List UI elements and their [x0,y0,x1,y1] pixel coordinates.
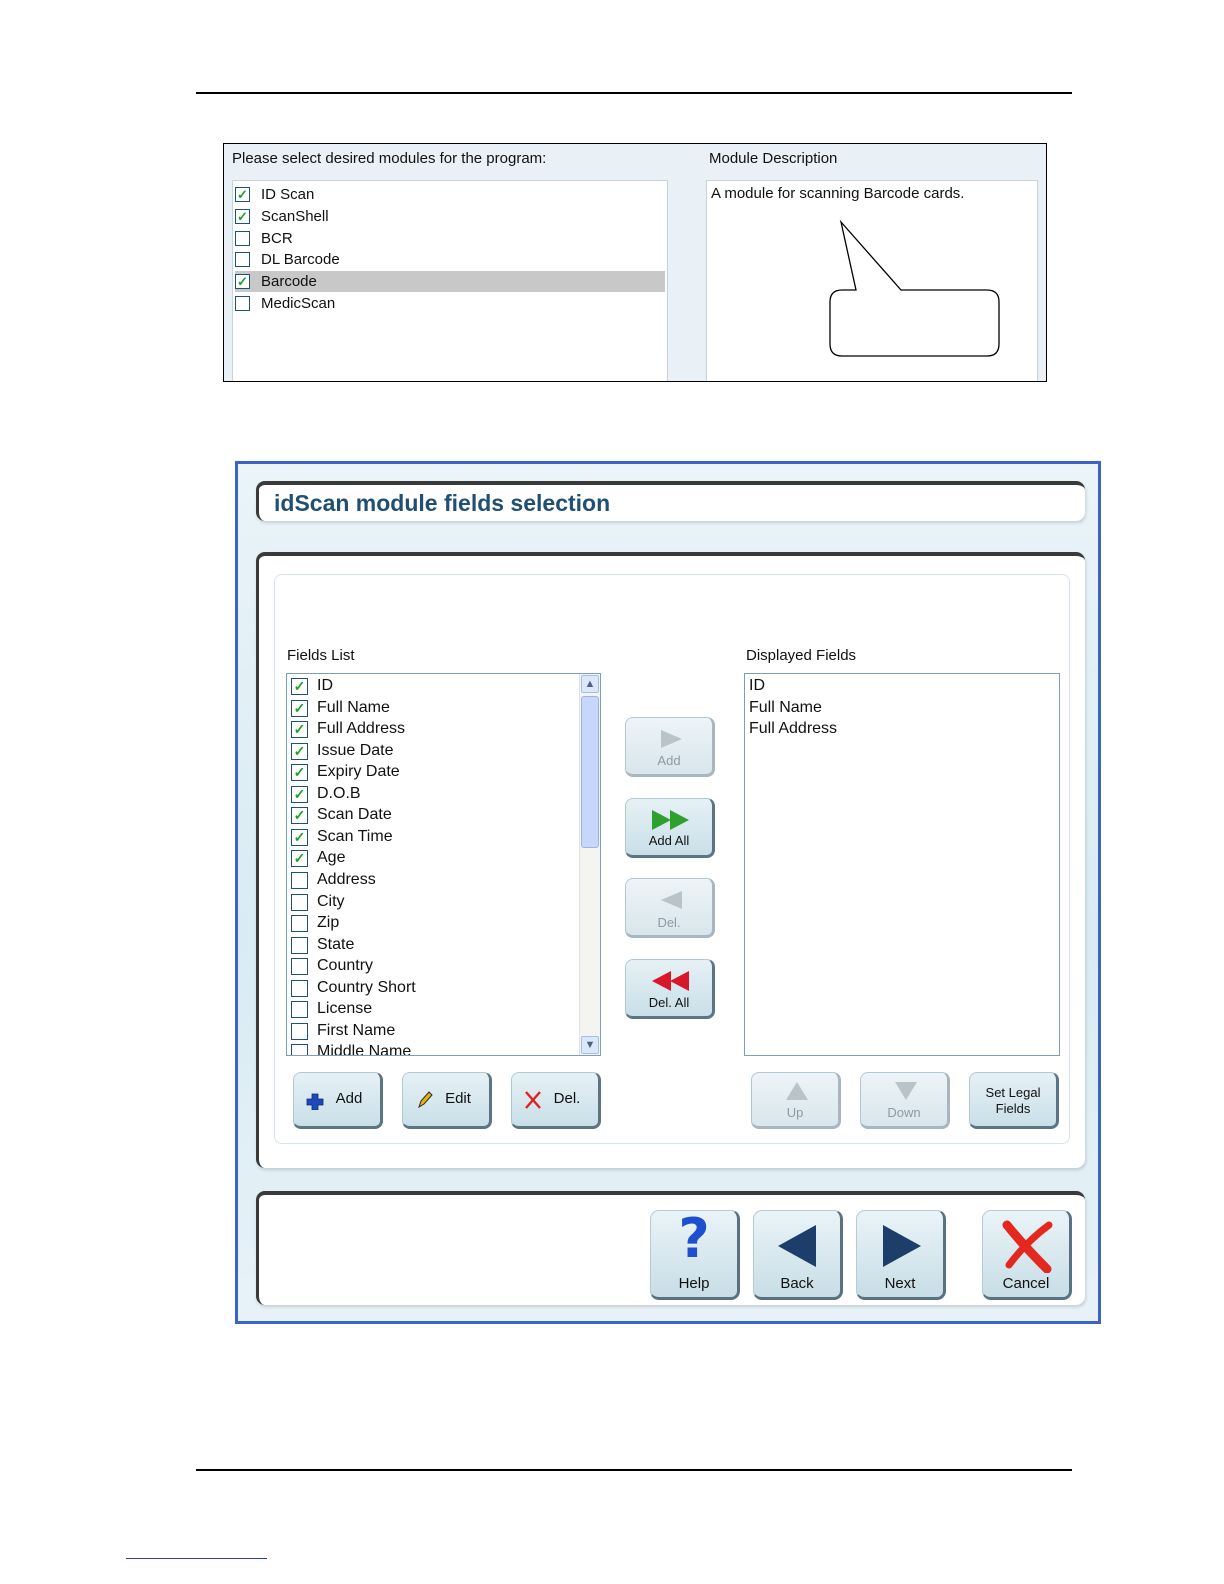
checkbox[interactable] [291,893,308,911]
displayed-field-row[interactable]: Full Address [749,718,837,739]
field-row-label: Zip [317,914,340,932]
field-row-label: License [317,1000,373,1018]
arrow-left-icon [661,891,682,909]
back-label: Back [780,1275,814,1292]
displayed-fields-label: Displayed Fields [746,647,857,664]
checkbox[interactable] [291,1044,308,1055]
scroll-up-icon[interactable]: ▲ [581,675,599,693]
add-field-label: Add [657,753,681,768]
checkbox[interactable] [291,958,308,976]
field-row-label: D.O.B [317,784,361,802]
add-new-field-label: Add [335,1090,363,1107]
footer-link-underline [126,1558,267,1559]
header-rule [196,92,1072,94]
field-row-label: City [317,892,345,910]
field-row-label: Address [317,870,376,888]
content-area: Fields List Displayed Fields ✓ ID ✓ Full Na… [274,574,1070,1144]
checked-checkbox-icon[interactable]: ✓ [291,764,308,782]
edit-field-button[interactable]: Edit [402,1072,492,1129]
set-legal-label-line2: Fields [995,1101,1031,1116]
field-row-label: Middle Name [317,1043,412,1056]
del-all-button[interactable]: Del. All [625,959,715,1019]
checked-checkbox-icon[interactable]: ✓ [291,807,308,825]
double-arrow-left-icon [652,971,689,991]
checked-checkbox-icon[interactable]: ✓ [291,699,308,717]
set-legal-fields-button[interactable]: Set Legal Fields [969,1072,1059,1129]
cancel-button[interactable]: Cancel [982,1210,1072,1300]
help-label: Help [678,1275,710,1292]
checked-checkbox-icon[interactable]: ✓ [291,828,308,846]
back-button[interactable]: Back [753,1210,843,1300]
displayed-field-row[interactable]: Full Name [749,697,822,718]
add-all-label: Add All [648,833,690,848]
checked-checkbox-icon[interactable]: ✓ [291,850,308,868]
next-button[interactable]: Next [856,1210,946,1300]
field-row-label: Scan Time [317,827,393,845]
help-question-icon: ? [678,1207,710,1270]
scroll-down-icon[interactable]: ▼ [581,1036,599,1054]
cancel-x-icon [1002,1220,1053,1273]
fields-list[interactable]: ✓ ID ✓ Full Name ✓ Full Address ✓ Issue Date ✓ Ex… [286,673,601,1056]
field-row-label: Country Short [317,978,416,996]
del-field-label: Del. [657,915,681,930]
move-down-label: Down [887,1105,921,1120]
add-field-button[interactable]: Add [625,717,715,777]
checkbox[interactable] [291,979,308,997]
fields-scrollbar[interactable]: ▲ ▼ [579,674,600,1055]
arrow-right-icon [661,730,682,748]
arrow-down-icon [895,1082,917,1100]
move-up-button[interactable]: Up [751,1072,841,1129]
module-selection-screenshot: Please select desired modules for the pr… [223,143,1047,382]
add-new-field-button[interactable]: Add [293,1072,383,1129]
del-field-button[interactable]: Del. [625,878,715,938]
checked-checkbox-icon[interactable]: ✓ [291,742,308,760]
cancel-label: Cancel [1002,1275,1050,1292]
field-row-label: Full Name [317,698,390,716]
checked-checkbox-icon[interactable]: ✓ [291,678,308,695]
wizard-title: idScan module fields selection [274,490,611,516]
field-row-label: Expiry Date [317,763,400,781]
delete-field-label: Del. [553,1090,581,1107]
displayed-field-row[interactable]: ID [749,675,765,696]
field-row-label: Issue Date [317,741,394,759]
field-row-label: State [317,935,355,953]
checked-checkbox-icon[interactable]: ✓ [291,721,308,739]
delete-field-button[interactable]: Del. [511,1072,601,1129]
next-arrow-icon [883,1225,921,1267]
checkbox[interactable] [291,936,308,954]
field-row-label: Age [317,849,346,867]
checkbox[interactable] [291,1001,308,1019]
checkbox[interactable] [291,1022,308,1040]
field-row-label: Country [317,957,374,975]
scroll-thumb[interactable] [581,696,599,848]
field-row-label: Scan Date [317,806,392,824]
footer-rule [196,1469,1072,1471]
field-row-label: First Name [317,1021,396,1039]
set-legal-label-line1: Set Legal [985,1085,1041,1100]
field-row-label: ID [317,677,333,694]
checked-checkbox-icon[interactable]: ✓ [291,785,308,803]
move-down-button[interactable]: Down [860,1072,950,1129]
move-up-label: Up [786,1105,804,1120]
double-arrow-right-icon [652,810,689,830]
idscan-wizard-window: idScan module fields selection Fields Li… [235,461,1101,1324]
field-row-label: Full Address [317,720,406,738]
help-button[interactable]: ? Help [650,1207,740,1300]
fields-list-label: Fields List [287,647,355,664]
next-label: Next [884,1275,916,1292]
displayed-fields-list[interactable]: ID Full Name Full Address [744,673,1060,1056]
back-arrow-icon [778,1225,816,1267]
checkbox[interactable] [291,915,308,933]
del-all-label: Del. All [648,995,690,1010]
speech-callout [829,219,1000,357]
add-all-button[interactable]: Add All [625,798,715,858]
arrow-up-icon [786,1082,808,1100]
checkbox[interactable] [291,871,308,889]
